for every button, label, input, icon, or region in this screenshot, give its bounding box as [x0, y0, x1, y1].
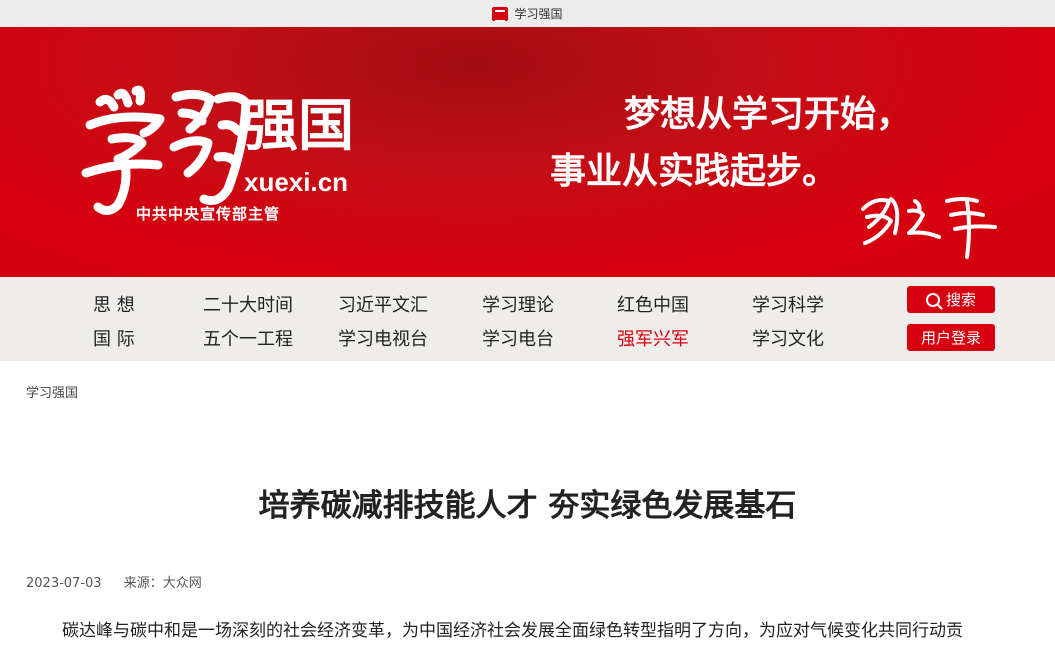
nav-item-kexue[interactable]: 学习科学	[752, 291, 824, 317]
signature-image	[861, 197, 997, 259]
nav-item-diantai[interactable]: 学习电台	[482, 325, 554, 351]
brand-domain: xuexi.cn	[244, 167, 349, 197]
breadcrumb[interactable]: 学习强国	[26, 382, 78, 401]
nav-item-dianshitai[interactable]: 学习电视台	[338, 325, 428, 351]
article-paragraph: 碳达峰与碳中和是一场深刻的社会经济变革，为中国经济社会发展全面绿色转型指明了方向…	[62, 621, 963, 641]
nav-item-wenhui[interactable]: 习近平文汇	[338, 291, 428, 317]
motto-line-1: 梦想从学习开始，	[624, 93, 913, 135]
nav-item-wenhua[interactable]: 学习文化	[752, 325, 824, 351]
brand-org: 中共中央宣传部主管	[136, 205, 281, 223]
search-button-label: 搜索	[945, 291, 976, 309]
article-date: 2023-07-03	[26, 576, 102, 591]
xuexi-favicon-icon	[492, 6, 509, 22]
nav-item-ershida[interactable]: 二十大时间	[203, 291, 293, 317]
search-button[interactable]: 搜索	[907, 286, 995, 313]
nav-item-wugeyi[interactable]: 五个一工程	[203, 325, 293, 351]
login-button-label: 用户登录	[920, 329, 981, 347]
nav-item-hongse[interactable]: 红色中国	[617, 291, 689, 317]
brand-name: 强国	[242, 94, 354, 159]
article-source: 来源：大众网	[123, 576, 202, 591]
motto-line-2: 事业从实践起步。	[550, 150, 839, 192]
tab-title: 学习强国	[514, 7, 563, 21]
nav-item-sixiang[interactable]: 思 想	[93, 291, 135, 317]
main-nav: 思 想 二十大时间 习近平文汇 学习理论 红色中国 学习科学 国 际 五个一工程…	[0, 277, 1055, 361]
nav-item-guoji[interactable]: 国 际	[93, 325, 135, 351]
nav-item-qiangjun[interactable]: 强军兴军	[617, 325, 689, 351]
header-banner: 强国 xuexi.cn 中共中央宣传部主管 梦想从学习开始， 事业从实践起步。	[0, 27, 1055, 277]
browser-tab[interactable]: 学习强国	[0, 0, 1055, 27]
login-button[interactable]: 用户登录	[907, 324, 995, 351]
search-icon	[925, 292, 940, 307]
nav-item-lilun[interactable]: 学习理论	[482, 291, 554, 317]
article-title: 培养碳减排技能人才 夯实绿色发展基石	[258, 488, 797, 524]
article-meta: 2023-07-03 来源：大众网	[26, 572, 220, 591]
